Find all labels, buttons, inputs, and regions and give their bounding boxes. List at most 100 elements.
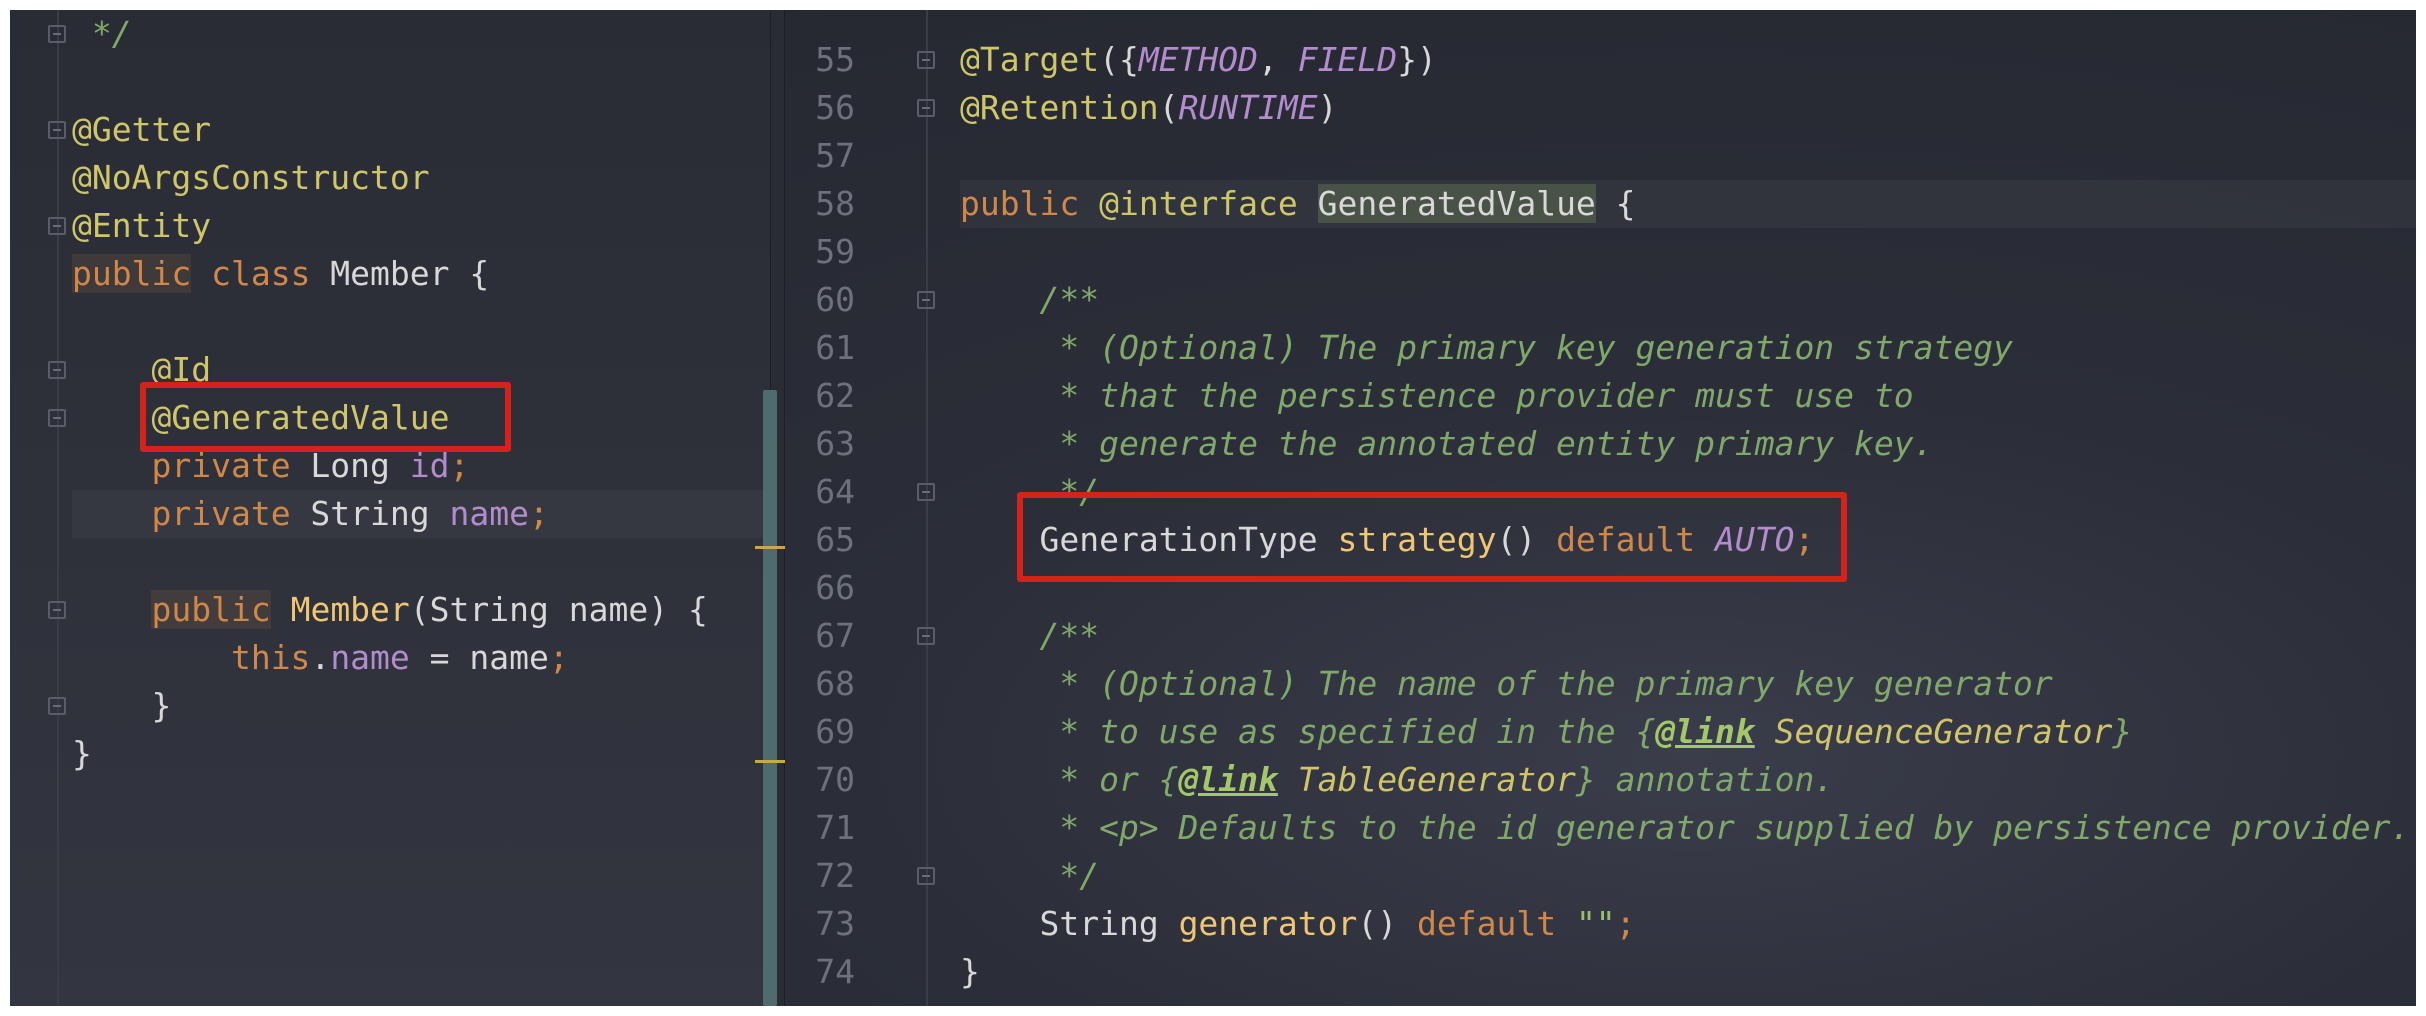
line-number: 70 (815, 760, 855, 799)
scrollbar-marker (755, 546, 785, 549)
line-number: 59 (815, 232, 855, 271)
code-line[interactable]: } (72, 682, 770, 730)
code-line[interactable]: public class Member { (72, 250, 770, 298)
line-number: 60 (815, 280, 855, 319)
fold-marker-icon[interactable] (917, 291, 935, 309)
code-line[interactable]: * (Optional) The name of the primary key… (960, 660, 2416, 708)
code-line[interactable]: /** (960, 276, 2416, 324)
code-line[interactable] (72, 58, 770, 106)
code-token: ({ (1099, 40, 1139, 79)
fold-marker-icon[interactable] (48, 409, 66, 427)
code-token: generator (1178, 904, 1358, 943)
code-line[interactable]: @Entity (72, 202, 770, 250)
code-token: @Target (960, 40, 1100, 79)
code-token: * to use as specified in the { (960, 712, 1656, 751)
code-line[interactable] (960, 132, 2416, 180)
code-token: TableGenerator (1297, 760, 1576, 799)
code-token: ; (548, 638, 569, 677)
line-number: 71 (815, 808, 855, 847)
line-number: 61 (815, 328, 855, 367)
code-token: this (230, 638, 311, 677)
code-line[interactable]: * that the persistence provider must use… (960, 372, 2416, 420)
code-token: class (211, 254, 311, 293)
line-number: 73 (815, 904, 855, 943)
code-token: METHOD (1138, 40, 1259, 79)
fold-marker-icon[interactable] (917, 627, 935, 645)
code-token: () (1357, 904, 1417, 943)
right-editor-pane[interactable]: 55 @Target({METHOD, FIELD}) 56 @Retention(R… (783, 10, 2416, 1006)
strategy-highlight-box (1017, 492, 1847, 582)
fold-marker-icon[interactable] (48, 217, 66, 235)
code-line[interactable]: private String name; (72, 490, 770, 538)
code-token: Member (290, 590, 410, 629)
code-line[interactable]: * <p> Defaults to the id generator suppl… (960, 804, 2416, 852)
line-number: 67 (815, 616, 855, 655)
line-number: 68 (815, 664, 855, 703)
code-token: RUNTIME (1178, 88, 1318, 127)
left-scrollbar-thumb[interactable] (763, 390, 777, 1006)
code-token: GeneratedValue (1317, 184, 1596, 223)
code-line[interactable]: this.name = name; (72, 634, 770, 682)
left-editor-pane[interactable]: */ @Getter @NoArgsConstructor @Entity public… (10, 10, 770, 1006)
left-gutter-line (57, 10, 59, 1006)
code-token: . (310, 638, 331, 677)
fold-marker-icon[interactable] (917, 51, 935, 69)
code-line[interactable]: * generate the annotated entity primary … (960, 420, 2416, 468)
code-line[interactable]: /** (960, 612, 2416, 660)
code-token: public (72, 254, 192, 293)
code-token: default (1416, 904, 1557, 943)
right-gutter-line (926, 10, 928, 1006)
code-token: , (1258, 40, 1298, 79)
code-token: } (72, 686, 172, 725)
code-line[interactable]: } (960, 948, 2416, 996)
line-number: 62 (815, 376, 855, 415)
line-number: 63 (815, 424, 855, 463)
code-token: FIELD (1297, 40, 1398, 79)
code-line[interactable]: * to use as specified in the {@link Sequ… (960, 708, 2416, 756)
fold-marker-icon[interactable] (917, 99, 935, 117)
code-line[interactable]: * (Optional) The primary key generation … (960, 324, 2416, 372)
code-line[interactable]: @Target({METHOD, FIELD}) (960, 36, 2416, 84)
code-line[interactable]: } (72, 730, 770, 778)
code-token: } annotation. (1575, 760, 1835, 799)
fold-marker-icon[interactable] (48, 601, 66, 619)
fold-marker-icon[interactable] (48, 697, 66, 715)
code-token: = name (409, 638, 549, 677)
line-number: 55 (815, 40, 855, 79)
code-line[interactable] (960, 228, 2416, 276)
code-line[interactable]: @Retention(RUNTIME) (960, 84, 2416, 132)
code-line[interactable] (72, 538, 770, 586)
code-token: String (1039, 904, 1179, 943)
code-token: @interface (1099, 184, 1298, 223)
code-token: public (151, 590, 271, 629)
fold-marker-icon[interactable] (917, 867, 935, 885)
code-line[interactable]: @Getter (72, 106, 770, 154)
code-token: * that the persistence provider must use… (960, 376, 1914, 415)
code-line[interactable]: public @interface GeneratedValue { (960, 180, 2416, 228)
code-token: @Entity (72, 206, 212, 245)
code-token: private (151, 494, 291, 533)
code-line[interactable] (72, 298, 770, 346)
fold-marker-icon[interactable] (917, 483, 935, 501)
line-number: 69 (815, 712, 855, 751)
fold-marker-icon[interactable] (48, 25, 66, 43)
code-line[interactable]: String generator() default ""; (960, 900, 2416, 948)
code-line[interactable]: */ (960, 852, 2416, 900)
generated-value-highlight-box (140, 382, 511, 452)
scrollbar-marker (755, 760, 785, 763)
code-line[interactable]: @NoArgsConstructor (72, 154, 770, 202)
fold-marker-icon[interactable] (48, 361, 66, 379)
fold-marker-icon[interactable] (48, 121, 66, 139)
code-token: } (2112, 712, 2133, 751)
code-line[interactable]: */ (72, 10, 770, 58)
code-line[interactable]: * or {@link TableGenerator} annotation. (960, 756, 2416, 804)
code-line[interactable]: public Member(String name) { (72, 586, 770, 634)
